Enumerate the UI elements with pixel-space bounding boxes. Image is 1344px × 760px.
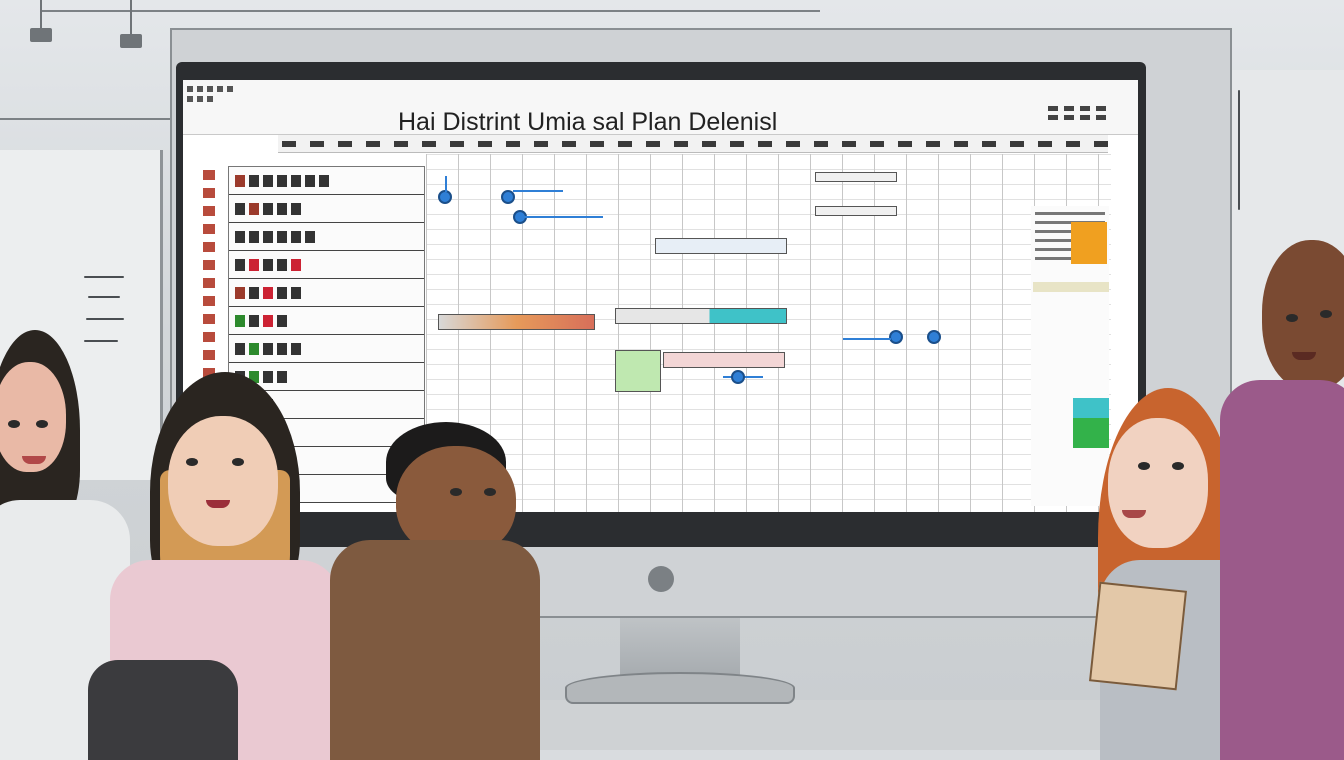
lamp-cord bbox=[40, 0, 42, 30]
task-row[interactable] bbox=[229, 195, 424, 223]
connector-line bbox=[843, 338, 891, 340]
whiteboard-scribble bbox=[1238, 90, 1240, 210]
gantt-bar[interactable] bbox=[815, 172, 897, 182]
whiteboard-scribble bbox=[84, 340, 118, 342]
connector-line bbox=[513, 190, 563, 192]
monitor-stand bbox=[620, 618, 740, 678]
connector-line bbox=[523, 216, 603, 218]
task-row[interactable] bbox=[229, 307, 424, 335]
window-controls-icon[interactable] bbox=[1048, 106, 1108, 120]
gantt-bar[interactable] bbox=[615, 308, 787, 324]
ceiling-beam bbox=[40, 10, 820, 12]
whiteboard-scribble bbox=[86, 318, 124, 320]
task-row[interactable] bbox=[229, 335, 424, 363]
connector-line bbox=[445, 176, 447, 192]
task-row[interactable] bbox=[229, 223, 424, 251]
gantt-grid[interactable] bbox=[426, 154, 1111, 512]
whiteboard-scribble bbox=[84, 276, 124, 278]
screen: Hai Distrint Umia sal Plan Delenisl bbox=[183, 80, 1138, 512]
whiteboard-scribble bbox=[88, 296, 120, 298]
column-header-strip[interactable] bbox=[278, 135, 1108, 153]
lamp-cord bbox=[130, 0, 132, 36]
status-swatch bbox=[1033, 282, 1109, 292]
gantt-bar[interactable] bbox=[615, 350, 661, 392]
ceiling-lamp bbox=[120, 34, 142, 48]
monitor-stand-base bbox=[565, 672, 795, 704]
gantt-bar[interactable] bbox=[663, 352, 785, 368]
gantt-bar[interactable] bbox=[815, 206, 897, 216]
gantt-bar[interactable] bbox=[655, 238, 787, 254]
status-swatch bbox=[1073, 398, 1109, 448]
gantt-bar[interactable] bbox=[438, 314, 595, 330]
node-icon[interactable] bbox=[889, 330, 903, 344]
task-row[interactable] bbox=[229, 279, 424, 307]
node-icon[interactable] bbox=[501, 190, 515, 204]
task-row[interactable] bbox=[229, 251, 424, 279]
toolbar-icon[interactable] bbox=[187, 86, 242, 102]
ceiling-lamp bbox=[30, 28, 52, 42]
window-title: Hai Distrint Umia sal Plan Delenisl bbox=[398, 108, 778, 136]
node-icon[interactable] bbox=[927, 330, 941, 344]
monitor-logo-icon bbox=[648, 566, 674, 592]
status-swatch bbox=[1071, 222, 1107, 264]
app-titlebar: Hai Distrint Umia sal Plan Delenisl bbox=[183, 80, 1138, 136]
node-icon[interactable] bbox=[731, 370, 745, 384]
notepad bbox=[1089, 581, 1187, 691]
node-icon[interactable] bbox=[438, 190, 452, 204]
task-row[interactable] bbox=[229, 167, 424, 195]
ceiling-beam bbox=[0, 118, 170, 120]
